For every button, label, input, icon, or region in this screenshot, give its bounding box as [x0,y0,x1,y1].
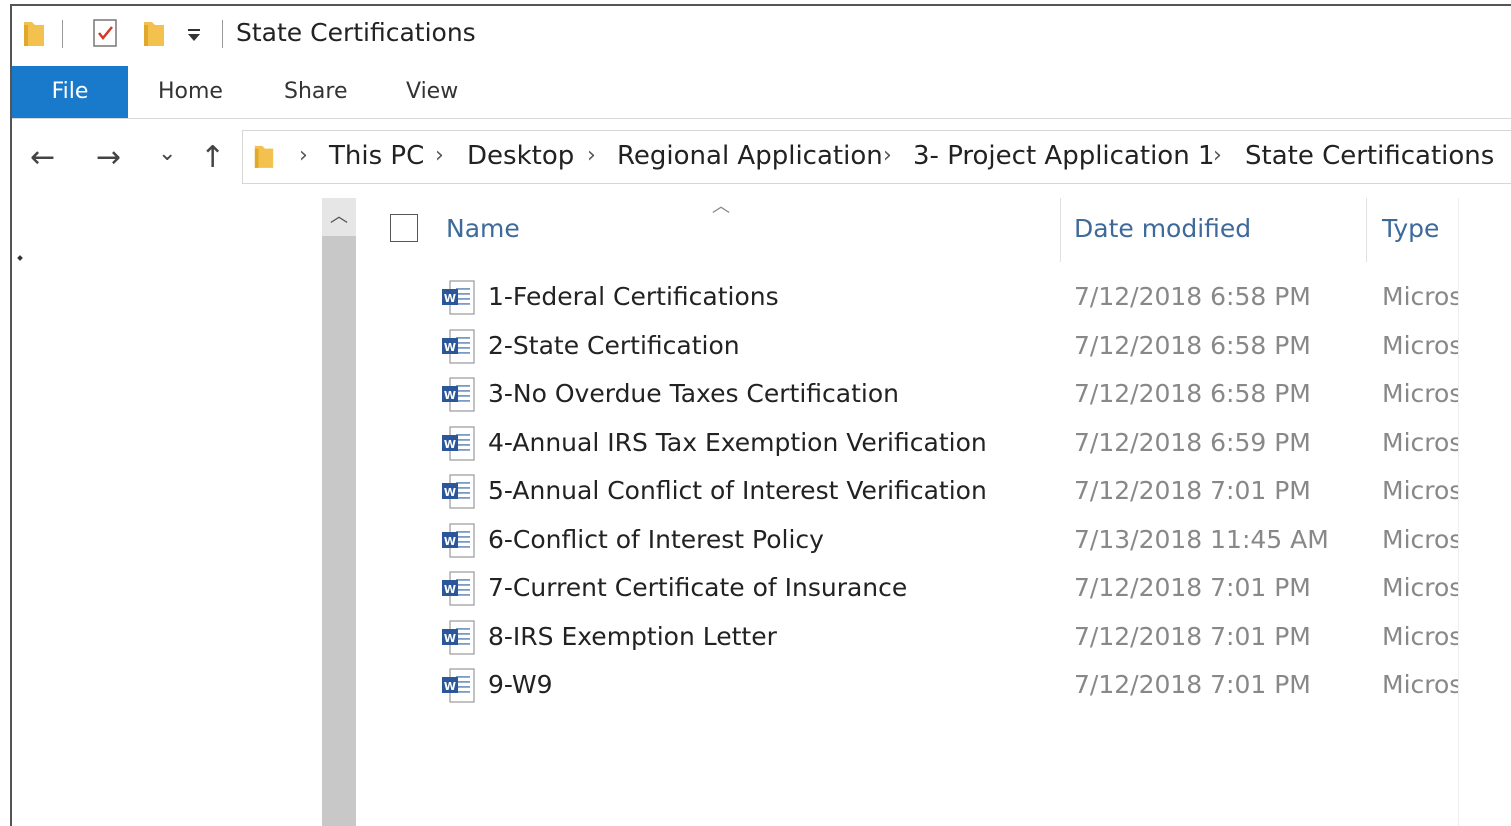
column-header-row: ︿ Name Date modified Type [356,196,1511,268]
column-divider[interactable] [1060,198,1061,262]
file-date-modified: 7/12/2018 7:01 PM [1074,476,1311,505]
breadcrumb-desktop[interactable]: Desktop [467,141,574,171]
select-all-checkbox[interactable] [390,214,418,242]
folder-icon [24,22,44,46]
column-header-date-modified[interactable]: Date modified [1074,214,1251,243]
file-type: Microsoft Word Document [1382,476,1458,505]
breadcrumb-state-certifications[interactable]: State Certifications [1245,141,1494,171]
file-name[interactable]: 5-Annual Conflict of Interest Verificati… [488,476,987,505]
file-name[interactable]: 8-IRS Exemption Letter [488,622,777,651]
file-date-modified: 7/12/2018 6:59 PM [1074,427,1311,457]
file-date-modified: 7/13/2018 11:45 AM [1074,524,1329,554]
recent-locations-icon[interactable]: ⌄ [158,134,176,174]
word-document-icon: W [442,328,475,364]
file-date-modified: 7/12/2018 6:58 PM [1074,282,1311,311]
tab-file[interactable]: File [12,66,128,118]
navigation-bar: ← → ⌄ ↑ › This PC › Desktop › Regional A… [12,120,1511,196]
chevron-right-icon[interactable]: › [435,143,444,168]
window-title: State Certifications [236,18,476,47]
tab-view[interactable]: View [406,66,458,118]
svg-text:W: W [444,632,456,645]
file-name[interactable]: 6-Conflict of Interest Policy [488,525,824,554]
tab-share[interactable]: Share [284,66,348,118]
file-type: Microsoft Word Document [1382,427,1458,457]
file-explorer-window: State Certifications File Home Share Vie… [10,4,1511,826]
chevron-right-icon[interactable]: › [1213,143,1222,168]
svg-text:W: W [444,438,456,451]
column-header-name[interactable]: Name [446,214,520,243]
file-row[interactable]: W 5-Annual Conflict of Interest Verificat… [356,468,1511,517]
word-document-icon: W [442,668,475,703]
address-bar[interactable]: › This PC › Desktop › Regional Applicati… [242,130,1511,184]
up-arrow-icon[interactable]: ↑ [200,138,225,178]
column-edge [1458,198,1459,826]
word-document-icon: W [442,474,475,509]
svg-text:W: W [444,535,456,548]
file-date-modified: 7/12/2018 7:01 PM [1074,670,1311,699]
scrollbar-thumb[interactable] [322,236,356,826]
file-name[interactable]: 1-Federal Certifications [488,282,779,311]
file-row[interactable]: W 3-No Overdue Taxes Certification 7/12/20… [356,371,1511,420]
new-folder-icon[interactable] [142,18,166,48]
sort-ascending-icon: ︿ [712,196,730,217]
svg-text:W: W [444,583,456,596]
file-type: Microsoft Word Document [1382,524,1458,554]
column-header-type[interactable]: Type [1382,214,1439,243]
svg-text:W: W [444,389,456,402]
chevron-right-icon[interactable]: › [883,143,892,168]
svg-text:W: W [444,486,456,499]
chevron-right-icon[interactable]: › [587,143,596,168]
word-document-icon: W [442,619,475,655]
file-row[interactable]: W 6-Conflict of Interest Policy 7/13/2018 … [356,517,1511,566]
file-list: W 1-Federal Certifications 7/12/2018 6:58 … [356,274,1511,711]
svg-text:W: W [444,680,456,693]
back-arrow-icon[interactable]: ← [30,138,55,178]
word-document-icon: W [442,571,475,606]
file-name[interactable]: 3-No Overdue Taxes Certification [488,379,899,408]
svg-text:W: W [444,341,456,354]
file-name[interactable]: 7-Current Certificate of Insurance [488,573,907,602]
file-row[interactable]: W 9-W9 7/12/2018 7:01 PM Microsoft Word Doc… [356,662,1511,711]
title-bar: State Certifications [12,6,1511,64]
file-row[interactable]: W 4-Annual IRS Tax Exemption Verification… [356,420,1511,469]
title-separator [62,20,63,48]
breadcrumb-project-application[interactable]: 3- Project Application 1 [913,141,1215,171]
file-date-modified: 7/12/2018 6:58 PM [1074,379,1311,408]
properties-icon[interactable] [90,18,120,48]
word-document-icon: W [442,425,475,461]
column-divider[interactable] [1366,198,1367,262]
title-separator [222,20,223,48]
file-type: Microsoft Word Document [1382,379,1458,408]
file-row[interactable]: W 7-Current Certificate of Insurance 7/12/… [356,565,1511,614]
file-type: Microsoft Word Document [1382,282,1458,311]
file-type: Microsoft Word Document [1382,330,1458,360]
navigation-pane[interactable] [12,196,322,826]
file-row[interactable]: W 1-Federal Certifications 7/12/2018 6:58 … [356,274,1511,323]
file-type: Microsoft Word Document [1382,573,1458,602]
file-date-modified: 7/12/2018 7:01 PM [1074,573,1311,602]
svg-text:W: W [444,292,456,305]
breadcrumb-regional-application[interactable]: Regional Application [617,141,883,171]
customize-toolbar-icon[interactable] [184,18,204,48]
file-name[interactable]: 4-Annual IRS Tax Exemption Verification [488,428,987,457]
file-name[interactable]: 9-W9 [488,670,553,699]
folder-icon [254,145,274,168]
breadcrumb-this-pc[interactable]: This PC [329,141,424,171]
scroll-up-icon[interactable]: ︿ [322,198,356,236]
word-document-icon: W [442,280,475,315]
word-document-icon: W [442,522,475,558]
navigation-pane-scrollbar[interactable]: ︿ [322,198,356,826]
file-date-modified: 7/12/2018 6:58 PM [1074,330,1311,360]
tab-home[interactable]: Home [158,66,223,118]
file-name[interactable]: 2-State Certification [488,331,740,360]
file-row[interactable]: W 2-State Certification 7/12/2018 6:58 PM M… [356,323,1511,372]
forward-arrow-icon[interactable]: → [96,138,121,178]
file-date-modified: 7/12/2018 7:01 PM [1074,621,1311,651]
file-type: Microsoft Word Document [1382,621,1458,651]
file-type: Microsoft Word Document [1382,670,1458,699]
chevron-right-icon[interactable]: › [299,143,308,168]
file-row[interactable]: W 8-IRS Exemption Letter 7/12/2018 7:01 PM… [356,614,1511,663]
ribbon-tabs: File Home Share View [12,66,1511,119]
word-document-icon: W [442,377,475,412]
